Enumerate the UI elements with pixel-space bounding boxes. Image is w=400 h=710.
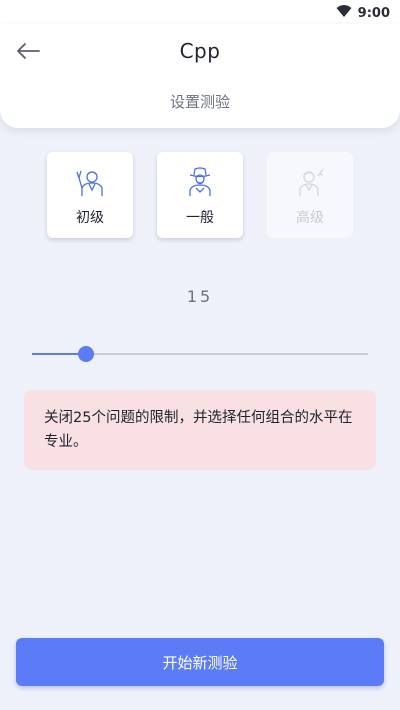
- level-label: 高级: [296, 210, 324, 226]
- status-bar: 9:00: [0, 0, 400, 24]
- start-quiz-button[interactable]: 开始新测验: [16, 638, 384, 686]
- status-right: 9:00: [336, 4, 390, 22]
- page-title: Cpp: [179, 39, 221, 63]
- page-subtitle: 设置测验: [169, 93, 230, 111]
- beginner-person-icon: [74, 166, 106, 198]
- wifi-icon: [336, 4, 352, 22]
- level-label: 一般: [186, 210, 214, 226]
- level-card-intermediate[interactable]: 一般: [157, 152, 243, 238]
- question-count: 15: [186, 287, 214, 306]
- header: Cpp 设置测验: [0, 24, 400, 128]
- question-count-slider[interactable]: [32, 346, 368, 362]
- slider-thumb[interactable]: [77, 346, 94, 362]
- level-label: 初级: [76, 210, 104, 226]
- cowboy-person-icon: [184, 166, 216, 198]
- info-text: 关闭25个问题的限制，并选择任何组合的水平在专业。: [44, 410, 353, 450]
- start-quiz-label: 开始新测验: [162, 653, 238, 672]
- expert-person-icon: [294, 166, 326, 198]
- info-box: 关闭25个问题的限制，并选择任何组合的水平在专业。: [24, 390, 376, 470]
- level-card-beginner[interactable]: 初级: [47, 152, 133, 238]
- level-card-advanced[interactable]: 高级: [267, 152, 353, 238]
- status-time: 9:00: [357, 5, 390, 21]
